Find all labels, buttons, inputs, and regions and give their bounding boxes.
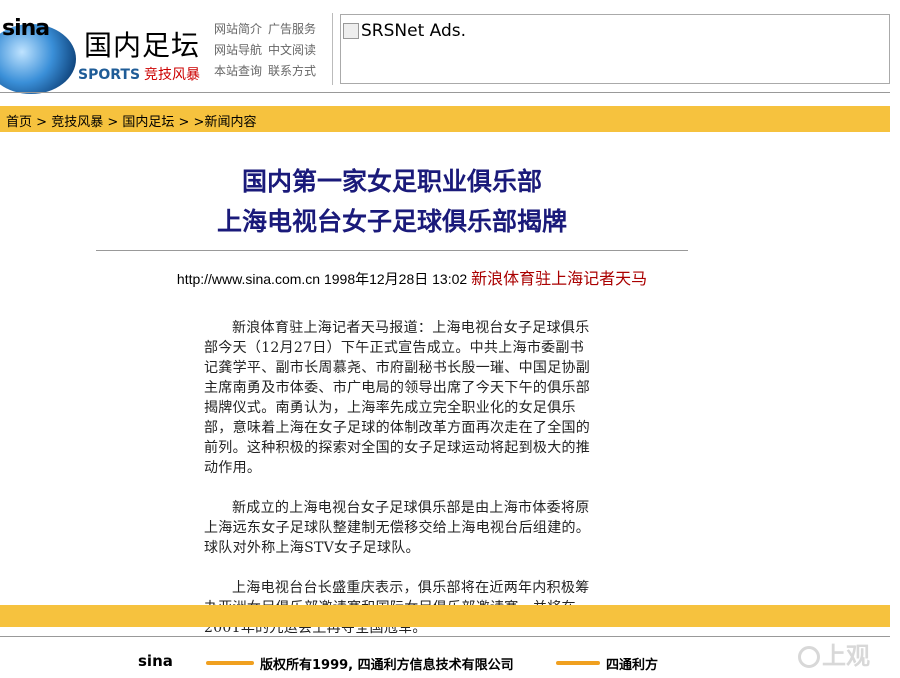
nav-row: 本站查询 联系方式 [214, 62, 330, 83]
footer-stlf-logo[interactable]: 四通利方 [606, 654, 658, 673]
article-title-line2: 上海电视台女子足球俱乐部揭牌 [216, 207, 567, 236]
nav-link-search[interactable]: 本站查询 [214, 64, 262, 78]
breadcrumb-bar: 首页 > 竞技风暴 > 国内足坛 > >新闻内容 [0, 106, 890, 132]
watermark: 上观 [798, 636, 870, 671]
sina-logo[interactable]: sina [0, 10, 80, 94]
breadcrumb: 首页 > 竞技风暴 > 国内足坛 > >新闻内容 [6, 111, 256, 130]
dateline: http://www.sina.com.cn 1998年12月28日 13:02… [96, 265, 728, 289]
breadcrumb-domestic-football[interactable]: 国内足坛 [122, 115, 174, 130]
footer-copyright: 版权所有1999, 四通利方信息技术有限公司 [260, 658, 514, 673]
logo-text: sina [2, 16, 50, 41]
ad-alt-text: SRSNet Ads. [361, 21, 467, 41]
article-paragraph: 新浪体育驻上海记者天马报道：上海电视台女子足球俱乐部今天（12月27日）下午正式… [204, 320, 591, 476]
reporter: 新浪体育驻上海记者天马 [471, 269, 648, 288]
footer-sina-logo[interactable]: sina [138, 652, 173, 670]
footer: sina 版权所有1999, 四通利方信息技术有限公司 四通利方 [136, 652, 696, 674]
dateline-text: http://www.sina.com.cn 1998年12月28日 13:02 [176, 271, 468, 287]
nav-link-reading[interactable]: 中文阅读 [268, 43, 316, 57]
site-nav: 网站简介 广告服务 网站导航 中文阅读 本站查询 联系方式 [214, 20, 330, 83]
nav-link-sitemap[interactable]: 网站导航 [214, 43, 262, 57]
divider [332, 13, 333, 85]
site-title: 国内足坛 [84, 29, 201, 62]
nav-row: 网站简介 广告服务 [214, 20, 330, 41]
nav-link-ads[interactable]: 广告服务 [268, 22, 316, 36]
breadcrumb-news: 新闻内容 [204, 115, 257, 130]
sports-label-en: SPORTS [78, 67, 141, 83]
breadcrumb-separator: > [32, 115, 52, 130]
breadcrumb-separator: > [103, 115, 123, 130]
breadcrumb-separator: > > [174, 115, 205, 130]
watermark-icon [798, 646, 820, 668]
divider [96, 250, 688, 251]
footer-decoration [556, 661, 600, 665]
sports-label-cn: 竞技风暴 [144, 67, 201, 83]
article-paragraph: 新成立的上海电视台女子足球俱乐部是由上海市体委将原上海远东女子足球队整建制无偿移… [204, 500, 591, 556]
nav-row: 网站导航 中文阅读 [214, 41, 330, 62]
watermark-text: 上观 [822, 642, 870, 670]
breadcrumb-sports[interactable]: 竞技风暴 [51, 115, 103, 130]
article-title-line1: 国内第一家女足职业俱乐部 [241, 167, 542, 196]
breadcrumb-home[interactable]: 首页 [6, 115, 32, 130]
bottom-bar [0, 605, 890, 627]
footer-decoration [206, 661, 254, 665]
article-title: 国内第一家女足职业俱乐部 上海电视台女子足球俱乐部揭牌 [96, 162, 688, 242]
divider [0, 92, 890, 93]
broken-image-icon [343, 23, 359, 39]
ad-banner[interactable]: SRSNet Ads. [340, 14, 890, 84]
sports-label: SPORTS 竞技风暴 [78, 64, 200, 84]
divider [0, 636, 890, 637]
nav-link-about[interactable]: 网站简介 [214, 22, 262, 36]
nav-link-contact[interactable]: 联系方式 [268, 64, 316, 78]
